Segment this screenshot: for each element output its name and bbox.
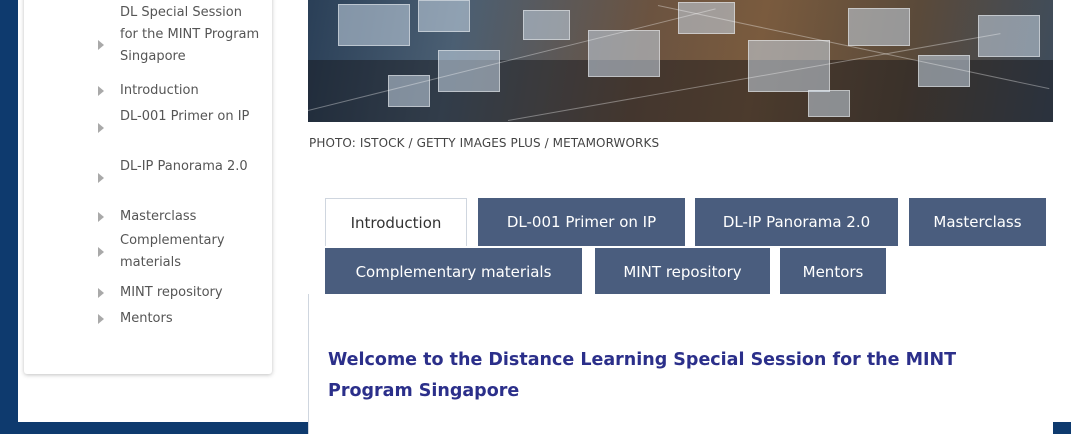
tab-introduction[interactable]: Introduction [325,198,467,246]
sidebar-nav: DL Special Session for the MINT Program … [24,0,272,374]
banner-tile [418,0,470,32]
banner-tile [808,90,850,117]
sidebar-item-dl-ip-panorama[interactable]: DL-IP Panorama 2.0 [98,156,258,200]
chevron-right-icon [98,288,104,298]
chevron-right-icon [98,86,104,96]
sidebar-item-mint-repository[interactable]: MINT repository [98,282,258,304]
sidebar-item-introduction[interactable]: Introduction [98,80,258,102]
sidebar-item-label: DL Special Session for the MINT Program … [120,5,260,64]
sidebar-item-masterclass[interactable]: Masterclass [98,206,258,228]
sidebar-item-dl-special-session[interactable]: DL Special Session for the MINT Program … [98,2,260,68]
sidebar-item-label: Complementary materials [120,233,225,270]
banner-tile [678,2,735,34]
welcome-heading: Welcome to the Distance Learning Special… [328,350,957,401]
banner-tile [523,10,570,40]
banner-tile [438,50,500,92]
sidebar-item-label: Introduction [120,83,199,98]
tab-dl-001-primer[interactable]: DL-001 Primer on IP [478,198,685,246]
truncated-paragraph [328,414,1028,422]
chevron-right-icon [98,173,104,183]
tab-mentors[interactable]: Mentors [780,248,886,296]
banner-tile [848,8,910,46]
sidebar-item-mentors[interactable]: Mentors [98,308,258,330]
chevron-right-icon [98,247,104,257]
sidebar-item-complementary-materials[interactable]: Complementary materials [98,230,258,274]
banner-image [308,0,1053,122]
sidebar-item-label: DL-IP Panorama 2.0 [120,159,248,174]
chevron-right-icon [98,212,104,222]
tab-complementary-materials[interactable]: Complementary materials [325,248,582,296]
banner-tile [388,75,430,107]
sidebar-item-label: Mentors [120,311,173,326]
chevron-right-icon [98,314,104,324]
tab-masterclass[interactable]: Masterclass [909,198,1046,246]
sidebar-item-label: Masterclass [120,209,197,224]
banner-tile [338,4,410,46]
tab-dl-ip-panorama[interactable]: DL-IP Panorama 2.0 [695,198,898,246]
image-caption: PHOTO: ISTOCK / GETTY IMAGES PLUS / META… [309,136,660,150]
banner-tile [918,55,970,87]
sidebar-item-label: DL-001 Primer on IP [120,109,250,124]
chevron-right-icon [98,123,104,133]
sidebar-item-label: MINT repository [120,285,223,300]
chevron-right-icon [98,40,104,50]
sidebar-item-dl-001-primer[interactable]: DL-001 Primer on IP [98,106,258,150]
tab-mint-repository[interactable]: MINT repository [595,248,770,296]
